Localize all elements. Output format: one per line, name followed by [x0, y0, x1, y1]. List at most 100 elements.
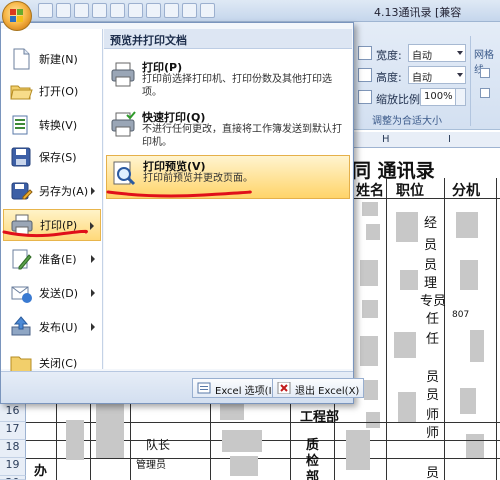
blurred-cell: [394, 332, 416, 358]
menu-item-save[interactable]: 保存(S): [3, 141, 101, 173]
cell-position[interactable]: 员: [424, 234, 437, 253]
sort-icon[interactable]: [164, 3, 179, 18]
cell-dept[interactable]: 部: [306, 466, 319, 480]
submenu-header: 预览并打印文档: [104, 29, 352, 49]
row-header[interactable]: 18: [0, 440, 26, 458]
print-preview-icon[interactable]: [92, 3, 107, 18]
submenu-item-desc: 打印前选择打印机、打印份数及其他打印选项。: [142, 74, 332, 98]
cell-position[interactable]: 员: [426, 384, 439, 403]
customize-qat-icon[interactable]: [200, 3, 215, 18]
blurred-cell: [230, 456, 258, 476]
excel-options-label: Excel 选项(I): [215, 386, 276, 397]
cell-position[interactable]: 员: [426, 366, 439, 385]
scale-icon: [358, 90, 372, 104]
menu-item-send[interactable]: 发送(D): [3, 277, 101, 309]
scale-value: 100%: [424, 91, 453, 102]
blurred-cell: [396, 212, 418, 242]
blurred-cell: [346, 430, 370, 470]
submenu-arrow-icon: [91, 323, 95, 331]
menu-item-new[interactable]: 新建(N): [3, 43, 101, 75]
height-label: 高度:: [376, 71, 402, 84]
excel-options-button[interactable]: Excel 选项(I): [192, 378, 281, 398]
convert-icon: [9, 113, 33, 137]
grid-line: [386, 178, 387, 480]
office-logo-icon: [10, 9, 24, 23]
redo-icon[interactable]: [74, 3, 89, 18]
send-icon: [9, 281, 33, 305]
chart-icon[interactable]: [146, 3, 161, 18]
gridlines-view-checkbox[interactable]: [480, 68, 490, 78]
menu-item-convert[interactable]: 转换(V): [3, 109, 101, 141]
exit-excel-label: 退出 Excel(X): [295, 386, 360, 397]
grid-line: [26, 458, 500, 459]
save-icon[interactable]: [38, 3, 53, 18]
menu-item-prepare[interactable]: 准备(E): [3, 243, 101, 275]
exit-excel-button[interactable]: 退出 Excel(X): [272, 378, 365, 398]
blurred-cell: [360, 336, 378, 366]
grid-line: [56, 404, 57, 480]
menu-item-open[interactable]: 打开(O): [3, 75, 101, 107]
blurred-cell: [362, 202, 378, 216]
options-icon: [197, 382, 211, 394]
row-header[interactable]: 17: [0, 422, 26, 440]
row-header[interactable]: 19: [0, 458, 26, 476]
cell-position[interactable]: 任: [426, 328, 439, 347]
cell-office[interactable]: 办: [34, 460, 47, 479]
menu-item-label: 新建(N): [39, 53, 78, 66]
submenu-item-quick-print[interactable]: 快速打印(Q) 不进行任何更改，直接将工作簿发送到默认打印机。: [106, 107, 350, 151]
cell-title[interactable]: 队长: [146, 436, 170, 453]
blurred-cell: [222, 430, 262, 452]
filter-icon[interactable]: [182, 3, 197, 18]
cell-position[interactable]: 员: [426, 462, 439, 480]
height-select[interactable]: 自动: [408, 66, 466, 84]
width-icon: [358, 46, 372, 60]
cell-position[interactable]: 经: [424, 212, 437, 231]
grid-line: [290, 404, 291, 480]
cell-position[interactable]: 员: [424, 254, 437, 273]
scale-label: 缩放比例:: [376, 93, 424, 106]
blurred-cell: [366, 224, 380, 240]
submenu-item-desc: 打印前预览并更改页面。: [143, 173, 253, 184]
column-header-i[interactable]: I: [448, 134, 451, 145]
menu-item-label: 保存(S): [39, 151, 77, 164]
row-header[interactable]: 20: [0, 476, 26, 480]
blurred-cell: [460, 260, 478, 290]
cell-position[interactable]: 师: [426, 404, 439, 423]
cell-position[interactable]: 师: [426, 422, 439, 441]
submenu-item-print[interactable]: 打印(P) 打印前选择打印机、打印份数及其他打印选项。: [106, 57, 350, 101]
width-select[interactable]: 自动: [408, 44, 466, 62]
spelling-icon[interactable]: [110, 3, 125, 18]
blurred-cell: [470, 330, 484, 362]
cell-position[interactable]: 理: [424, 272, 437, 291]
cell-position[interactable]: 专员: [420, 290, 446, 309]
new-document-icon: [9, 47, 33, 71]
blurred-cell: [400, 270, 418, 290]
undo-icon[interactable]: [56, 3, 71, 18]
submenu-arrow-icon: [90, 222, 94, 230]
grid-line: [496, 178, 497, 480]
open-folder-icon: [9, 79, 33, 103]
height-icon: [358, 68, 372, 82]
form-icon[interactable]: [128, 3, 143, 18]
row-header[interactable]: 16: [0, 404, 26, 422]
cell-ext[interactable]: 807: [452, 310, 469, 320]
blurred-cell: [460, 388, 476, 414]
blurred-cell: [398, 392, 416, 422]
annotation-underline: [106, 190, 252, 198]
group-divider: [470, 36, 471, 126]
menu-item-label: 关闭(C): [39, 357, 78, 370]
cell-dept[interactable]: 工程部: [300, 406, 339, 425]
office-menu: 新建(N) 打开(O) 转换(V) 保存(S) 另存为(A) 打印(P) 准备(…: [0, 22, 365, 404]
menu-item-save-as[interactable]: 另存为(A): [3, 175, 101, 207]
scale-input[interactable]: 100%: [420, 88, 466, 106]
column-header-h[interactable]: H: [382, 134, 390, 145]
cell-position[interactable]: 任: [426, 308, 439, 327]
grid-line: [130, 404, 131, 480]
gridlines-print-checkbox[interactable]: [480, 88, 490, 98]
grid-line: [444, 178, 445, 480]
menu-item-publish[interactable]: 发布(U): [3, 311, 101, 343]
submenu-item-desc: 不进行任何更改，直接将工作簿发送到默认打印机。: [142, 124, 342, 148]
grid-line: [210, 404, 211, 480]
office-button[interactable]: [2, 1, 32, 31]
cell-title[interactable]: 管理员: [136, 456, 166, 471]
